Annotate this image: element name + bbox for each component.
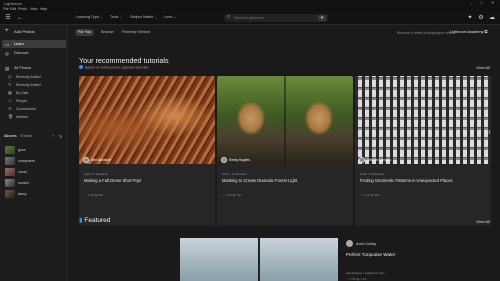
featured-title: ▮ Featured — [79, 217, 111, 224]
add-photos-button[interactable]: + Add Photos — [2, 27, 66, 35]
featured-meta: Landscapes • Lightroom Tips — [346, 271, 385, 275]
tutorial-card[interactable]: Alex Bandurin Light • 5 Sessions Making … — [79, 76, 215, 226]
tutorial-title: Finding Geometric Patterns in Unexpected… — [360, 178, 453, 183]
panel-toggle-icon[interactable]: ☰ — [4, 14, 12, 22]
album-thumbnail — [5, 146, 15, 154]
sidebar-item-deleted[interactable]: 🗑 Deleted — [2, 113, 66, 120]
sidebar-item-connections[interactable]: ⟲ Connections — [2, 105, 66, 112]
view-all-link[interactable]: View All — [476, 65, 490, 70]
settings-icon[interactable]: ⚙ — [477, 14, 485, 22]
section-subtitle: Based on what you've captured and like — [79, 65, 148, 70]
tutorial-title: Masking to Create Dramatic Forest Light — [222, 178, 298, 183]
tutorial-meta: Light • 5 Sessions — [84, 172, 108, 176]
filter-icon[interactable]: ▼ — [318, 15, 326, 21]
album-item[interactable]: sunset — [2, 178, 66, 188]
learn-subnav: For You Browse Recently Viewed Become a … — [69, 25, 500, 39]
tab-albums[interactable]: Albums — [4, 134, 17, 138]
menu-help[interactable]: Help — [40, 7, 47, 11]
album-item[interactable]: gcse — [2, 145, 66, 155]
tutorial-card[interactable]: Victoria Sampaio Color • 3 Sessions Find… — [355, 76, 491, 226]
sidebar-item-all-photos[interactable]: ▤ All Photos — [2, 64, 66, 72]
albums-tabs: Albums Shared + ⇅ — [4, 133, 66, 141]
discover-icon: ◎ — [5, 50, 9, 56]
close-button[interactable]: ✕ — [491, 0, 494, 5]
menu-view[interactable]: View — [30, 7, 38, 11]
avatar — [83, 157, 89, 163]
tab-recently-viewed[interactable]: Recently Viewed — [119, 29, 153, 36]
photos-icon: ▤ — [5, 65, 10, 71]
sidebar-item-recently-added[interactable]: ◷ Recently Added — [2, 73, 66, 80]
menu-file[interactable]: File — [3, 7, 9, 11]
tutorial-stats: ♡ 1.2K ▤ 890 — [84, 193, 104, 197]
sidebar-item-discover[interactable]: ◎ Discover — [2, 49, 66, 57]
sidebar-item-by-date[interactable]: ▦ By Date — [2, 89, 66, 96]
tab-shared[interactable]: Shared — [20, 134, 32, 138]
academy-link[interactable]: Lightroom Academy ⧉ — [450, 30, 487, 34]
edit-icon: ✎ — [8, 82, 12, 87]
window-title: Lightroom — [4, 0, 22, 6]
clock-icon: ◷ — [8, 74, 12, 79]
tutorial-stats: ♡ 1.8K ▤ 780 — [222, 193, 242, 197]
info-icon — [79, 65, 83, 69]
avatar — [359, 157, 365, 163]
featured-thumbnail[interactable] — [180, 238, 338, 281]
learn-icon: ▭ — [5, 41, 10, 47]
academy-promo-text: Become a better photographer with — [397, 30, 452, 35]
album-thumbnail — [5, 157, 15, 165]
tutorial-card[interactable]: Emmy Hughes Color • 4 Sessions Masking t… — [217, 76, 353, 226]
tutorial-stats: ♡ 2.1K ▤ 920 — [360, 193, 380, 197]
album-thumbnail — [5, 190, 15, 198]
featured-stats: ♡ 3.5K ▤ 1.1K — [346, 277, 367, 281]
featured-author: Anish Gahlay — [356, 241, 377, 246]
menu-edit[interactable]: Edit — [10, 7, 16, 11]
search-placeholder: Search Lightroom — [234, 15, 264, 20]
sidebar-item-learn[interactable]: ▭ Learn — [2, 40, 66, 48]
sidebar: + Add Photos ▭ Learn ◎ Discover ▤ All Ph… — [0, 25, 68, 281]
trash-icon: 🗑 — [8, 114, 14, 119]
tutorial-thumbnail — [217, 76, 353, 164]
filter-learning-type[interactable]: Learning Type ⌄ — [76, 15, 103, 19]
avatar — [346, 240, 353, 247]
album-thumbnail — [5, 168, 15, 176]
album-item[interactable]: fancy — [2, 189, 66, 199]
plus-icon: + — [5, 27, 9, 34]
help-icon[interactable]: ✦ — [466, 14, 474, 22]
maximize-button[interactable]: □ — [480, 0, 482, 5]
search-icon: ⌕ — [227, 14, 231, 20]
album-item[interactable]: cloud — [2, 167, 66, 177]
filter-tools[interactable]: Tools ⌄ — [110, 15, 122, 19]
main-content: For You Browse Recently Viewed Become a … — [69, 25, 500, 281]
filter-level[interactable]: Level ⌄ — [164, 15, 177, 19]
album-item[interactable]: computers — [2, 156, 66, 166]
top-toolbar: ☰ ← ⌕ Search Lightroom ▼ ✦ ⚙ ☁ — [0, 11, 500, 25]
calendar-icon: ▦ — [8, 90, 12, 95]
tutorial-title: Making a Fall Drone Shot Pop! — [84, 178, 142, 183]
minimize-button[interactable]: – — [470, 0, 472, 5]
avatar — [221, 157, 227, 163]
tutorial-meta: Color • 3 Sessions — [360, 172, 385, 176]
filter-subject-matter[interactable]: Subject Matter ⌄ — [130, 15, 157, 19]
tutorial-thumbnail — [355, 76, 491, 164]
tutorial-thumbnail — [79, 76, 215, 164]
section-title: Your recommended tutorials — [79, 56, 169, 65]
search-input[interactable]: ⌕ Search Lightroom — [224, 14, 328, 22]
album-thumbnail — [5, 179, 15, 187]
sidebar-item-people[interactable]: ☺ People — [2, 97, 66, 104]
add-album-icon[interactable]: + — [52, 134, 54, 138]
tab-for-you[interactable]: For You — [75, 29, 95, 36]
tab-browse[interactable]: Browse — [98, 29, 117, 36]
featured-item-title[interactable]: Perfect Turquoise Water — [346, 252, 395, 257]
cloud-status-icon[interactable]: ☁ — [488, 14, 496, 22]
people-icon: ☺ — [8, 98, 13, 103]
back-icon[interactable]: ← — [16, 14, 24, 22]
featured-view-all-link[interactable]: View All — [476, 219, 490, 224]
menu-photo[interactable]: Photo — [18, 7, 27, 11]
tutorial-meta: Color • 4 Sessions — [222, 172, 247, 176]
carousel-next-icon[interactable]: › — [488, 127, 491, 136]
sort-icon[interactable]: ⇅ — [59, 134, 62, 139]
connections-icon: ⟲ — [8, 106, 12, 111]
sidebar-item-recently-edited[interactable]: ✎ Recently Edited — [2, 81, 66, 88]
